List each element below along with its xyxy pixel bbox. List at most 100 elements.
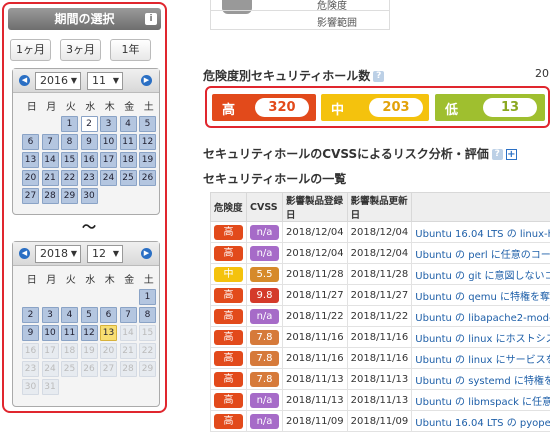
calendar-day[interactable]: 24 bbox=[100, 170, 117, 186]
calendar-day[interactable]: 27 bbox=[22, 188, 39, 204]
calendar-day[interactable]: 17 bbox=[42, 343, 59, 359]
vulnerability-title-link[interactable]: Ubuntu 16.04 LTS の pyopen bbox=[412, 411, 550, 432]
calendar-day[interactable]: 23 bbox=[81, 170, 98, 186]
calendar-day[interactable]: 8 bbox=[61, 134, 78, 150]
table-row[interactable]: 中5.52018/11/282018/11/28Ubuntu の git に意図… bbox=[211, 264, 550, 285]
vulnerability-title-link[interactable]: Ubuntu 16.04 LTS の linux-hi bbox=[412, 222, 550, 243]
calendar-day[interactable]: 28 bbox=[42, 188, 59, 204]
table-row[interactable]: 高n/a2018/12/042018/12/04Ubuntu の perl に任… bbox=[211, 243, 550, 264]
calendar-day[interactable]: 11 bbox=[120, 134, 137, 150]
severity-medium[interactable]: 中 203 bbox=[321, 94, 429, 121]
calendar-day[interactable]: 1 bbox=[61, 116, 78, 132]
month-select[interactable]: 12▼ bbox=[87, 245, 123, 263]
calendar-day[interactable]: 24 bbox=[42, 361, 59, 377]
range-1month-button[interactable]: 1ヶ月 bbox=[10, 39, 51, 61]
help-icon[interactable]: ? bbox=[373, 71, 384, 82]
calendar-day[interactable]: 15 bbox=[61, 152, 78, 168]
calendar-day[interactable]: 16 bbox=[81, 152, 98, 168]
calendar-day[interactable]: 19 bbox=[139, 152, 156, 168]
calendar-day[interactable]: 5 bbox=[139, 116, 156, 132]
severity-low[interactable]: 低 13 bbox=[435, 94, 545, 121]
range-3month-button[interactable]: 3ヶ月 bbox=[60, 39, 101, 61]
vulnerability-title-link[interactable]: Ubuntu の perl に任意のコー bbox=[412, 243, 550, 264]
calendar-day[interactable]: 30 bbox=[22, 379, 39, 395]
calendar-day[interactable]: 31 bbox=[42, 379, 59, 395]
calendar-day[interactable]: 21 bbox=[42, 170, 59, 186]
calendar-day[interactable]: 1 bbox=[139, 289, 156, 305]
calendar-day[interactable]: 20 bbox=[22, 170, 39, 186]
vulnerability-title-link[interactable]: Ubuntu の linux にサービスを bbox=[412, 348, 550, 369]
expand-plus-icon[interactable]: + bbox=[506, 149, 517, 160]
year-select[interactable]: 2016▼ bbox=[35, 72, 81, 90]
severity-high[interactable]: 高 320 bbox=[212, 94, 316, 121]
calendar-day[interactable]: 7 bbox=[42, 134, 59, 150]
calendar-day[interactable]: 29 bbox=[139, 361, 156, 377]
vulnerability-title-link[interactable]: Ubuntu の qemu に特権を奪わ bbox=[412, 285, 550, 306]
month-select[interactable]: 11▼ bbox=[87, 72, 123, 90]
calendar-day[interactable]: 30 bbox=[81, 188, 98, 204]
range-1year-button[interactable]: 1年 bbox=[110, 39, 151, 61]
calendar-day[interactable]: 2 bbox=[81, 116, 98, 132]
table-row[interactable]: 高n/a2018/12/042018/12/04Ubuntu 16.04 LTS… bbox=[211, 222, 550, 243]
calendar-day[interactable]: 4 bbox=[61, 307, 78, 323]
calendar-day[interactable]: 17 bbox=[100, 152, 117, 168]
calendar-day[interactable]: 26 bbox=[139, 170, 156, 186]
table-row[interactable]: 高7.82018/11/162018/11/16Ubuntu の linux に… bbox=[211, 327, 550, 348]
prev-month-icon[interactable]: ◀ bbox=[19, 75, 30, 86]
calendar-day[interactable]: 8 bbox=[139, 307, 156, 323]
calendar-day[interactable]: 11 bbox=[61, 325, 78, 341]
next-month-icon[interactable]: ▶ bbox=[141, 75, 152, 86]
calendar-day[interactable]: 2 bbox=[22, 307, 39, 323]
col-cvss[interactable]: CVSS bbox=[247, 193, 283, 222]
col-severity[interactable]: 危険度 bbox=[211, 193, 247, 222]
table-row[interactable]: 高7.82018/11/162018/11/16Ubuntu の linux に… bbox=[211, 348, 550, 369]
calendar-day[interactable]: 18 bbox=[61, 343, 78, 359]
calendar-day[interactable]: 14 bbox=[120, 325, 137, 341]
calendar-day[interactable]: 13 bbox=[22, 152, 39, 168]
table-row[interactable]: 高n/a2018/11/132018/11/13Ubuntu の libmspa… bbox=[211, 390, 550, 411]
calendar-day[interactable]: 23 bbox=[22, 361, 39, 377]
col-updated[interactable]: 影響製品更新日 bbox=[347, 193, 412, 222]
calendar-day[interactable]: 12 bbox=[139, 134, 156, 150]
vulnerability-title-link[interactable]: Ubuntu の libapache2-mod-p bbox=[412, 306, 550, 327]
vulnerability-title-link[interactable]: Ubuntu の git に意図しないコ bbox=[412, 264, 550, 285]
calendar-day[interactable]: 25 bbox=[61, 361, 78, 377]
calendar-day[interactable]: 9 bbox=[22, 325, 39, 341]
calendar-day[interactable]: 21 bbox=[120, 343, 137, 359]
calendar-day[interactable]: 9 bbox=[81, 134, 98, 150]
calendar-day[interactable]: 22 bbox=[61, 170, 78, 186]
calendar-day[interactable]: 29 bbox=[61, 188, 78, 204]
calendar-day[interactable]: 18 bbox=[120, 152, 137, 168]
prev-month-icon[interactable]: ◀ bbox=[19, 248, 30, 259]
calendar-day[interactable]: 3 bbox=[100, 116, 117, 132]
vulnerability-title-link[interactable]: Ubuntu の systemd に特権を bbox=[412, 369, 550, 390]
help-icon[interactable]: ? bbox=[492, 149, 503, 160]
calendar-day[interactable]: 25 bbox=[120, 170, 137, 186]
calendar-day[interactable]: 20 bbox=[100, 343, 117, 359]
calendar-day[interactable]: 28 bbox=[120, 361, 137, 377]
calendar-day[interactable]: 14 bbox=[42, 152, 59, 168]
calendar-day[interactable]: 12 bbox=[81, 325, 98, 341]
calendar-day[interactable]: 6 bbox=[22, 134, 39, 150]
calendar-day[interactable]: 26 bbox=[81, 361, 98, 377]
table-row[interactable]: 高9.82018/11/272018/11/27Ubuntu の qemu に特… bbox=[211, 285, 550, 306]
calendar-day[interactable]: 6 bbox=[100, 307, 117, 323]
calendar-day[interactable]: 10 bbox=[100, 134, 117, 150]
calendar-day[interactable]: 7 bbox=[120, 307, 137, 323]
calendar-day[interactable]: 16 bbox=[22, 343, 39, 359]
info-icon[interactable]: i bbox=[145, 13, 157, 25]
table-row[interactable]: 高n/a2018/11/222018/11/22Ubuntu の libapac… bbox=[211, 306, 550, 327]
calendar-day[interactable]: 13 bbox=[100, 325, 117, 341]
calendar-day[interactable]: 19 bbox=[81, 343, 98, 359]
vulnerability-title-link[interactable]: Ubuntu の libmspack に任意の bbox=[412, 390, 550, 411]
calendar-day[interactable]: 5 bbox=[81, 307, 98, 323]
calendar-day[interactable]: 27 bbox=[100, 361, 117, 377]
table-row[interactable]: 高n/a2018/11/092018/11/09Ubuntu 16.04 LTS… bbox=[211, 411, 550, 432]
next-month-icon[interactable]: ▶ bbox=[141, 248, 152, 259]
calendar-day[interactable]: 15 bbox=[139, 325, 156, 341]
calendar-day[interactable]: 3 bbox=[42, 307, 59, 323]
table-row[interactable]: 高7.82018/11/132018/11/13Ubuntu の systemd… bbox=[211, 369, 550, 390]
col-registered[interactable]: 影響製品登録日 bbox=[283, 193, 348, 222]
vulnerability-title-link[interactable]: Ubuntu の linux にホストシス bbox=[412, 327, 550, 348]
calendar-day[interactable]: 10 bbox=[42, 325, 59, 341]
